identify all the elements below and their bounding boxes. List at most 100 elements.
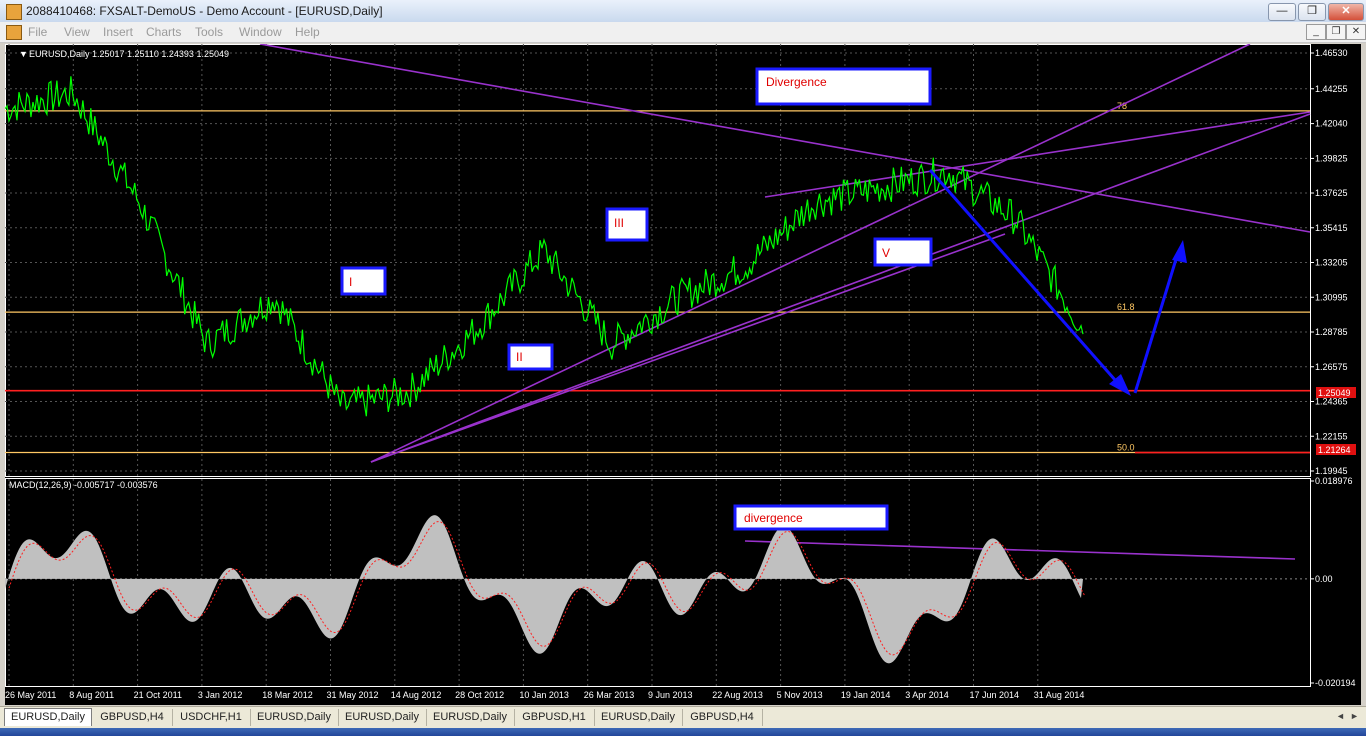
- menu-bar: File View Insert Charts Tools Window Hel…: [0, 22, 1366, 43]
- x-tick-label: 19 Jan 2014: [841, 690, 891, 700]
- taskbar: [0, 728, 1366, 736]
- annotation-wave-ii-text: II: [516, 350, 523, 364]
- window-title: 2088410468: FXSALT-DemoUS - Demo Account…: [26, 4, 383, 18]
- tab-eurusd-daily-1[interactable]: EURUSD,Daily: [4, 708, 92, 726]
- annotation-divergence-text: Divergence: [766, 75, 827, 89]
- y-tick-label: 1.39825: [1315, 153, 1348, 163]
- x-tick-label: 26 May 2011: [5, 690, 56, 700]
- tab-usdchf-h1[interactable]: USDCHF,H1: [172, 709, 251, 726]
- chart-window[interactable]: 78 61.8 50.0 1.46530 1.44255 1.42040 1.39825 1…: [5, 44, 1361, 705]
- chart-title: EURUSD,Daily 1.25017 1.25110 1.24393 1.2…: [29, 49, 229, 59]
- x-tick-label: 18 Mar 2012: [262, 690, 313, 700]
- trendlines: [259, 44, 1311, 560]
- tab-eurusd-daily-5[interactable]: EURUSD,Daily: [594, 709, 683, 726]
- x-tick-label: 22 Aug 2013: [712, 690, 763, 700]
- chart-minimize-button[interactable]: _: [1306, 24, 1326, 40]
- macd-histogram: [5, 515, 1310, 664]
- price-chart[interactable]: 7861.850.0 1.465301.442551.420401.398251…: [5, 44, 1361, 705]
- trendline: [370, 44, 1251, 463]
- y-tick-label: 1.22155: [1315, 431, 1348, 441]
- annotation-wave-i[interactable]: I: [340, 266, 387, 296]
- y-tick-label: 1.30995: [1315, 292, 1348, 302]
- x-tick-label: 3 Jan 2012: [198, 690, 243, 700]
- macd-y-tick-label: -0.020194: [1315, 678, 1356, 688]
- annotation-wave-ii[interactable]: II: [507, 343, 554, 371]
- annotation-wave-i-text: I: [349, 275, 352, 289]
- restore-button[interactable]: ❐: [1298, 3, 1326, 21]
- document-icon[interactable]: [6, 25, 22, 40]
- y-tick-label: 1.33205: [1315, 258, 1348, 268]
- menu-insert[interactable]: Insert: [103, 25, 133, 39]
- y-tick-label: 1.35415: [1315, 223, 1348, 233]
- y-tick-label: 1.24365: [1315, 397, 1348, 407]
- app-icon: [6, 4, 22, 20]
- menu-charts[interactable]: Charts: [146, 25, 181, 39]
- up-arrow-head: [1172, 240, 1187, 263]
- x-tick-label: 10 Jan 2013: [519, 690, 569, 700]
- menu-window[interactable]: Window: [239, 25, 282, 39]
- annotation-wave-v-text: V: [882, 246, 890, 260]
- annotation-divergence[interactable]: Divergence: [755, 67, 932, 106]
- annotation-wave-iii[interactable]: III: [605, 207, 649, 242]
- x-tick-label: 5 Nov 2013: [777, 690, 823, 700]
- up-arrow-shaft: [1133, 255, 1179, 394]
- support-price-label: 1.21264: [1318, 445, 1351, 455]
- y-tick-label: 1.42040: [1315, 119, 1348, 129]
- tab-eurusd-daily-3[interactable]: EURUSD,Daily: [338, 709, 427, 726]
- menu-file[interactable]: File: [28, 25, 47, 39]
- tab-eurusd-daily-2[interactable]: EURUSD,Daily: [250, 709, 339, 726]
- y-tick-label: 1.28785: [1315, 327, 1348, 337]
- tab-scroll-left-icon[interactable]: ◄: [1336, 711, 1345, 721]
- macd-histogram-area: [5, 515, 1083, 664]
- macd-y-tick-label: 0.00: [1315, 574, 1333, 584]
- tab-gbpusd-h1[interactable]: GBPUSD,H1: [514, 709, 595, 726]
- fib-level-label: 50.0: [1117, 443, 1135, 453]
- menu-help[interactable]: Help: [295, 25, 320, 39]
- annotation-macd-divergence[interactable]: divergence: [733, 504, 889, 531]
- x-tick-label: 8 Aug 2011: [69, 690, 114, 700]
- current-price-tag: 1.25049: [1316, 387, 1356, 398]
- tab-gbpusd-h4-1[interactable]: GBPUSD,H4: [92, 709, 173, 726]
- close-button[interactable]: ✕: [1328, 3, 1364, 21]
- x-tick-label: 31 May 2012: [327, 690, 379, 700]
- annotation-macd-divergence-text: divergence: [744, 511, 803, 525]
- menu-tools[interactable]: Tools: [195, 25, 223, 39]
- current-price-label: 1.25049: [1318, 388, 1351, 398]
- x-tick-label: 21 Oct 2011: [134, 690, 182, 700]
- y-tick-label: 1.37625: [1315, 188, 1348, 198]
- tab-gbpusd-h4-2[interactable]: GBPUSD,H4: [682, 709, 763, 726]
- support-price-tag: 1.21264: [1316, 444, 1356, 455]
- main-panel-frame: [5, 44, 1311, 477]
- annotation-wave-iii-text: III: [614, 216, 624, 230]
- down-arrow-shaft: [928, 169, 1125, 390]
- x-tick-label: 26 Mar 2013: [584, 690, 635, 700]
- fib-levels: 7861.850.0: [5, 101, 1310, 454]
- annotation-wave-v[interactable]: V: [873, 237, 933, 267]
- x-tick-label: 17 Jun 2014: [970, 690, 1020, 700]
- title-bar: 2088410468: FXSALT-DemoUS - Demo Account…: [0, 0, 1366, 23]
- x-tick-label: 3 Apr 2014: [905, 690, 949, 700]
- macd-title: MACD(12,26,9) -0.005717 -0.003576: [9, 480, 158, 490]
- y-tick-label: 1.19945: [1315, 466, 1348, 476]
- chart-close-button[interactable]: ✕: [1346, 24, 1366, 40]
- forecast-arrows: [928, 169, 1187, 396]
- x-tick-label: 9 Jun 2013: [648, 690, 693, 700]
- tab-eurusd-daily-4[interactable]: EURUSD,Daily: [426, 709, 515, 726]
- y-tick-label: 1.44255: [1315, 84, 1348, 94]
- minimize-button[interactable]: —: [1268, 3, 1296, 21]
- y-tick-label: 1.26575: [1315, 362, 1348, 372]
- fib-level-label: 61.8: [1117, 302, 1135, 312]
- menu-view[interactable]: View: [64, 25, 90, 39]
- trendline: [944, 111, 1311, 170]
- chart-menu-icon[interactable]: ▼: [19, 49, 28, 59]
- chart-tab-bar: EURUSD,Daily GBPUSD,H4 USDCHF,H1 EURUSD,…: [0, 706, 1366, 729]
- x-tick-label: 28 Oct 2012: [455, 690, 504, 700]
- x-tick-label: 31 Aug 2014: [1034, 690, 1085, 700]
- trendline: [370, 233, 1006, 463]
- x-tick-label: 14 Aug 2012: [391, 690, 442, 700]
- trendline: [744, 540, 1296, 560]
- tab-scroll-right-icon[interactable]: ►: [1350, 711, 1359, 721]
- y-tick-label: 1.46530: [1315, 48, 1348, 58]
- chart-restore-button[interactable]: ❐: [1326, 24, 1346, 40]
- macd-y-tick-label: 0.018976: [1315, 476, 1353, 486]
